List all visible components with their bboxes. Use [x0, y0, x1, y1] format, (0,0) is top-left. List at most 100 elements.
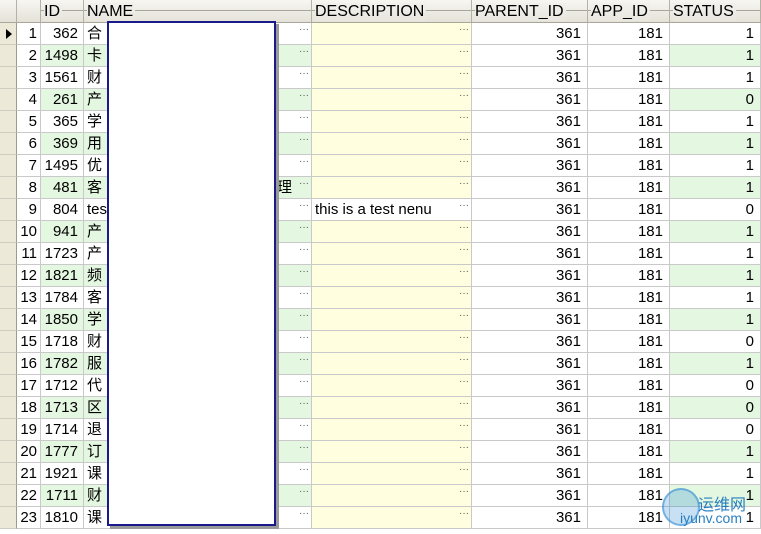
cell-status[interactable]: 0 [670, 89, 761, 111]
cell-id[interactable]: 1821 [41, 265, 84, 287]
cell-editor-button-icon[interactable]: ··· [298, 155, 310, 175]
row-number[interactable]: 1 [17, 23, 41, 45]
cell-parent-id[interactable]: 361 [472, 331, 588, 353]
cell-status[interactable]: 1 [670, 309, 761, 331]
row-number[interactable]: 7 [17, 155, 41, 177]
row-number[interactable]: 22 [17, 485, 41, 507]
cell-editor-button-icon[interactable]: ··· [458, 419, 470, 439]
cell-description[interactable]: ··· [312, 331, 472, 353]
row-number[interactable]: 3 [17, 67, 41, 89]
cell-editor-button-icon[interactable]: ··· [458, 375, 470, 395]
cell-app-id[interactable]: 181 [588, 397, 670, 419]
cell-editor-button-icon[interactable]: ··· [298, 243, 310, 263]
cell-app-id[interactable]: 181 [588, 155, 670, 177]
cell-app-id[interactable]: 181 [588, 309, 670, 331]
row-number[interactable]: 20 [17, 441, 41, 463]
cell-id[interactable]: 1711 [41, 485, 84, 507]
row-number[interactable]: 2 [17, 45, 41, 67]
cell-status[interactable]: 1 [670, 221, 761, 243]
cell-app-id[interactable]: 181 [588, 265, 670, 287]
cell-parent-id[interactable]: 361 [472, 23, 588, 45]
cell-editor-button-icon[interactable]: ··· [458, 287, 470, 307]
cell-editor-button-icon[interactable]: ··· [458, 155, 470, 175]
cell-status[interactable]: 0 [670, 375, 761, 397]
row-number[interactable]: 11 [17, 243, 41, 265]
cell-status[interactable]: 1 [670, 441, 761, 463]
cell-status[interactable]: 1 [670, 243, 761, 265]
cell-id[interactable]: 1784 [41, 287, 84, 309]
cell-parent-id[interactable]: 361 [472, 353, 588, 375]
cell-status[interactable]: 1 [670, 111, 761, 133]
cell-id[interactable]: 804 [41, 199, 84, 221]
cell-id[interactable]: 1921 [41, 463, 84, 485]
cell-parent-id[interactable]: 361 [472, 463, 588, 485]
row-number[interactable]: 5 [17, 111, 41, 133]
cell-editor-button-icon[interactable]: ··· [458, 23, 470, 43]
row-number[interactable]: 18 [17, 397, 41, 419]
cell-editor-button-icon[interactable]: ··· [298, 177, 310, 197]
row-number[interactable]: 17 [17, 375, 41, 397]
cell-parent-id[interactable]: 361 [472, 133, 588, 155]
cell-app-id[interactable]: 181 [588, 507, 670, 529]
cell-parent-id[interactable]: 361 [472, 243, 588, 265]
row-number[interactable]: 19 [17, 419, 41, 441]
cell-parent-id[interactable]: 361 [472, 221, 588, 243]
cell-description[interactable]: ··· [312, 309, 472, 331]
cell-id[interactable]: 261 [41, 89, 84, 111]
cell-app-id[interactable]: 181 [588, 353, 670, 375]
cell-editor-button-icon[interactable]: ··· [458, 507, 470, 527]
cell-editor-button-icon[interactable]: ··· [458, 485, 470, 505]
cell-editor-button-icon[interactable]: ··· [298, 67, 310, 87]
cell-editor-button-icon[interactable]: ··· [298, 375, 310, 395]
cell-editor-button-icon[interactable]: ··· [298, 111, 310, 131]
cell-parent-id[interactable]: 361 [472, 111, 588, 133]
cell-id[interactable]: 369 [41, 133, 84, 155]
header-description[interactable]: DESCRIPTION [312, 0, 472, 22]
cell-app-id[interactable]: 181 [588, 331, 670, 353]
cell-description[interactable]: ··· [312, 89, 472, 111]
cell-id[interactable]: 1498 [41, 45, 84, 67]
cell-status[interactable]: 1 [670, 133, 761, 155]
cell-editor-button-icon[interactable]: ··· [458, 221, 470, 241]
cell-status[interactable]: 0 [670, 331, 761, 353]
cell-description[interactable]: ··· [312, 441, 472, 463]
cell-description[interactable]: ··· [312, 67, 472, 89]
cell-description[interactable]: ··· [312, 463, 472, 485]
cell-description[interactable]: ··· [312, 155, 472, 177]
cell-id[interactable]: 1712 [41, 375, 84, 397]
cell-status[interactable]: 0 [670, 199, 761, 221]
cell-app-id[interactable]: 181 [588, 243, 670, 265]
cell-editor-button-icon[interactable]: ··· [298, 419, 310, 439]
cell-editor-button-icon[interactable]: ··· [298, 441, 310, 461]
cell-id[interactable]: 1810 [41, 507, 84, 529]
cell-id[interactable]: 1714 [41, 419, 84, 441]
header-name[interactable]: NAME [84, 0, 312, 22]
cell-status[interactable]: 1 [670, 155, 761, 177]
cell-app-id[interactable]: 181 [588, 463, 670, 485]
cell-editor-button-icon[interactable]: ··· [298, 133, 310, 153]
cell-parent-id[interactable]: 361 [472, 177, 588, 199]
cell-parent-id[interactable]: 361 [472, 89, 588, 111]
cell-app-id[interactable]: 181 [588, 419, 670, 441]
cell-status[interactable]: 1 [670, 177, 761, 199]
cell-description[interactable]: ··· [312, 177, 472, 199]
cell-status[interactable]: 1 [670, 45, 761, 67]
cell-app-id[interactable]: 181 [588, 23, 670, 45]
cell-description[interactable]: ··· [312, 287, 472, 309]
cell-status[interactable]: 1 [670, 23, 761, 45]
cell-app-id[interactable]: 181 [588, 133, 670, 155]
cell-app-id[interactable]: 181 [588, 111, 670, 133]
cell-status[interactable]: 0 [670, 397, 761, 419]
cell-parent-id[interactable]: 361 [472, 397, 588, 419]
cell-editor-button-icon[interactable]: ··· [458, 463, 470, 483]
cell-editor-button-icon[interactable]: ··· [458, 397, 470, 417]
cell-editor-button-icon[interactable]: ··· [298, 199, 310, 219]
row-number[interactable]: 15 [17, 331, 41, 353]
cell-parent-id[interactable]: 361 [472, 375, 588, 397]
header-status[interactable]: STATUS [670, 0, 761, 22]
cell-description[interactable]: ··· [312, 133, 472, 155]
cell-editor-button-icon[interactable]: ··· [298, 353, 310, 373]
cell-description[interactable]: this is a test nenu ··· [312, 199, 472, 221]
cell-app-id[interactable]: 181 [588, 89, 670, 111]
cell-parent-id[interactable]: 361 [472, 309, 588, 331]
